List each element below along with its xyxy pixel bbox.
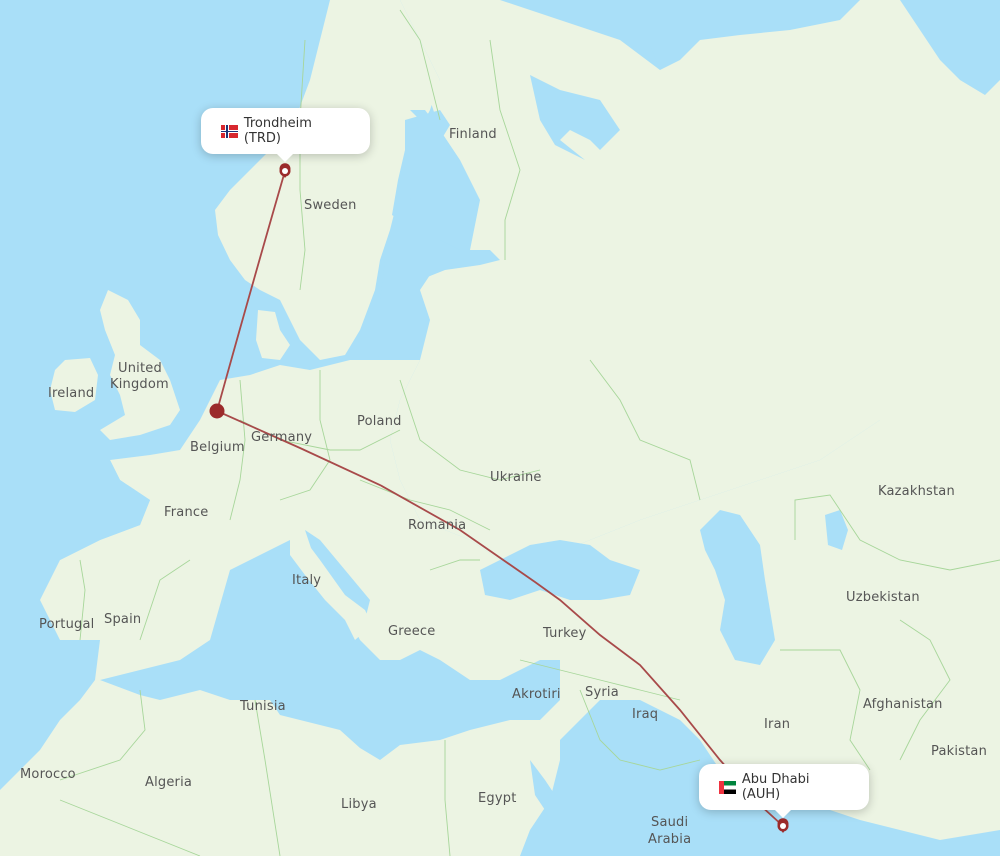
label-egypt: Egypt xyxy=(478,791,517,806)
label-portugal: Portugal xyxy=(39,617,94,632)
label-spain: Spain xyxy=(104,612,141,627)
label-algeria: Algeria xyxy=(145,775,192,790)
label-ireland: Ireland xyxy=(48,386,94,401)
label-greece: Greece xyxy=(388,624,435,639)
label-libya: Libya xyxy=(341,797,377,812)
label-tunisia: Tunisia xyxy=(239,699,286,714)
label-arabia: Arabia xyxy=(648,832,691,847)
hub-marker[interactable] xyxy=(209,403,225,419)
label-finland: Finland xyxy=(449,127,497,142)
destination-popup[interactable]: Abu Dhabi (AUH) xyxy=(699,764,869,818)
label-saudi: Saudi xyxy=(651,815,688,830)
origin-label: Trondheim (TRD) xyxy=(243,116,312,146)
label-italy: Italy xyxy=(292,573,321,588)
label-syria: Syria xyxy=(585,685,619,700)
label-germany: Germany xyxy=(251,430,312,445)
label-iraq: Iraq xyxy=(632,707,658,722)
label-morocco: Morocco xyxy=(20,767,76,782)
label-kingdom: Kingdom xyxy=(110,377,169,392)
label-romania: Romania xyxy=(408,518,466,533)
origin-popup[interactable]: Trondheim (TRD) xyxy=(201,108,370,162)
label-iran: Iran xyxy=(764,717,790,732)
uae-flag-icon xyxy=(719,780,736,794)
label-poland: Poland xyxy=(357,414,402,429)
label-ukraine: Ukraine xyxy=(490,470,542,485)
destination-label: Abu Dhabi (AUH) xyxy=(741,772,810,802)
label-turkey: Turkey xyxy=(542,626,587,641)
label-pakistan: Pakistan xyxy=(931,744,987,759)
label-uzbekistan: Uzbekistan xyxy=(846,590,920,605)
label-akrotiri: Akrotiri xyxy=(512,687,561,702)
label-belgium: Belgium xyxy=(190,440,245,455)
label-united: United xyxy=(118,361,162,376)
label-afghanistan: Afghanistan xyxy=(863,697,943,712)
label-sweden: Sweden xyxy=(304,198,357,213)
norway-flag-icon xyxy=(221,124,238,138)
label-kazakhstan: Kazakhstan xyxy=(878,484,955,499)
label-france: France xyxy=(164,505,208,520)
route-map[interactable]: Finland Sweden United Kingdom Ireland Po… xyxy=(0,0,1000,856)
